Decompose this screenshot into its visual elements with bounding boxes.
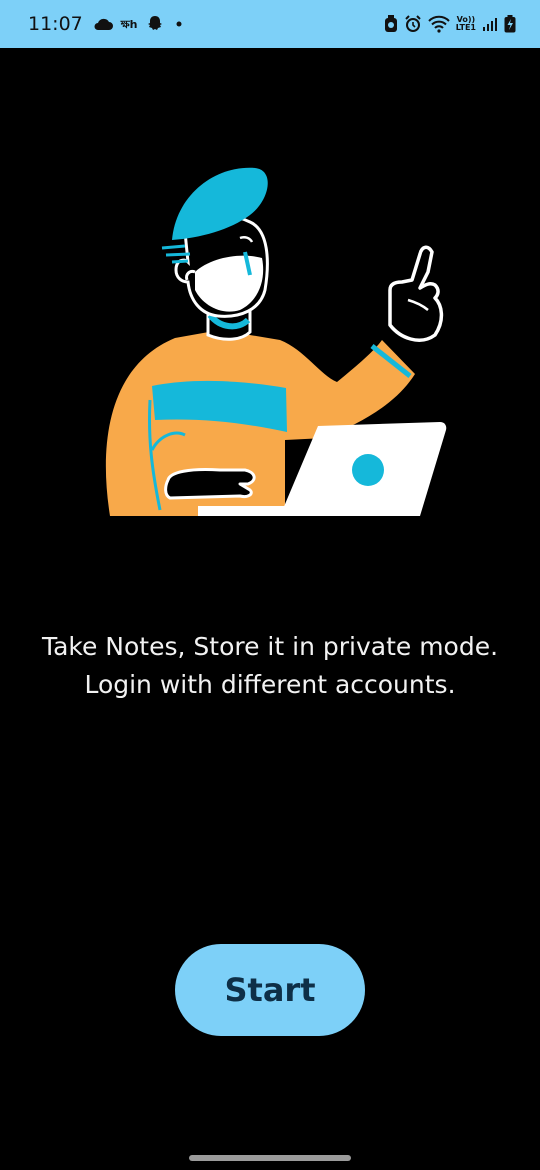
person-with-laptop-illustration bbox=[90, 150, 460, 530]
start-button[interactable]: Start bbox=[175, 944, 365, 1036]
tagline: Take Notes, Store it in private mode. Lo… bbox=[0, 628, 540, 704]
status-bar: 11:07 ক্ষh Vo)) LTE1 bbox=[0, 0, 540, 48]
battery-icon bbox=[504, 15, 516, 33]
snapchat-icon bbox=[146, 15, 164, 33]
wifi-icon bbox=[428, 15, 450, 33]
dot-icon bbox=[172, 17, 186, 31]
app-text-icon: ক্ষh bbox=[120, 17, 138, 31]
home-indicator[interactable] bbox=[189, 1155, 351, 1161]
alarm-icon bbox=[404, 15, 422, 33]
cloud-icon bbox=[93, 17, 113, 31]
status-left-icons: ক্ষh bbox=[93, 15, 186, 33]
tagline-line-1: Take Notes, Store it in private mode. bbox=[41, 632, 499, 661]
network-type-icon: Vo)) LTE1 bbox=[456, 16, 476, 32]
tagline-line-2: Login with different accounts. bbox=[84, 670, 456, 699]
nfc-icon bbox=[384, 15, 398, 33]
status-time: 11:07 bbox=[28, 13, 83, 35]
network-bottom-label: LTE1 bbox=[455, 23, 476, 32]
signal-icon bbox=[482, 16, 498, 32]
status-right-icons: Vo)) LTE1 bbox=[384, 15, 516, 33]
